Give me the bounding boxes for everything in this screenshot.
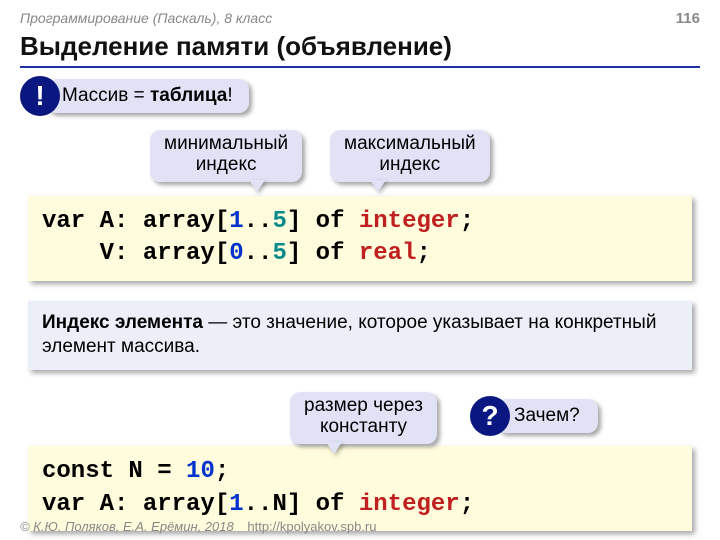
footer: © К.Ю. Поляков, Е.А. Ерёмин, 2018 http:/… [20,519,376,534]
chevron-down-icon [370,180,386,192]
const-row: размер через константу ? Зачем? [20,392,700,442]
question-icon: ? [470,396,510,436]
code-text: V: array[ [42,240,229,267]
code-type: integer [359,208,460,235]
code-type: integer [359,491,460,518]
min-index-label: минимальный индекс [150,130,302,182]
code-text: var A: array[ [42,208,229,235]
chevron-down-icon [249,180,265,192]
code-literal: 5 [272,208,286,235]
code-text: ; [215,458,229,485]
copyright: © К.Ю. Поляков, Е.А. Ерёмин, 2018 [20,519,234,534]
code-text: const N [42,458,143,485]
chevron-down-icon [326,442,342,454]
code-block-1: var A: array[1..5] of integer; V: array[… [28,196,692,281]
code-text: ] of [287,208,359,235]
pill-text-plain: Массив = [62,85,150,106]
code-literal: 10 [186,458,215,485]
pill-text-bold: таблица [150,85,227,106]
code-text: var A: array[ [42,491,229,518]
slide: Программирование (Паскаль), 8 класс 116 … [0,0,720,540]
min-index-l2: индекс [164,155,288,176]
code-text: ] of [287,240,359,267]
size-via-const-l2: константу [304,417,423,438]
slide-title: Выделение памяти (объявление) [20,31,700,68]
page-number: 116 [676,10,700,27]
code-type: real [359,240,417,267]
content-area: ! Массив = таблица! минимальный индекс м… [20,76,700,531]
why-pill: Зачем? [496,399,598,433]
max-index-l1: максимальный [344,134,476,155]
exclamation-icon: ! [20,76,60,116]
index-labels-row: минимальный индекс максимальный индекс [20,130,700,196]
pill-text-end: ! [227,85,232,106]
code-text: ; [460,208,474,235]
code-text: .. [244,240,273,267]
course-name: Программирование (Паскаль), 8 класс [20,10,272,26]
code-literal: 0 [229,240,243,267]
array-equals-table: ! Массив = таблица! [20,76,700,116]
code-text: ; [460,491,474,518]
max-index-l2: индекс [344,155,476,176]
size-via-const-label: размер через константу [290,392,437,444]
code-text: .. [244,208,273,235]
code-literal: 5 [272,240,286,267]
size-via-const-l1: размер через [304,396,423,417]
top-header: Программирование (Паскаль), 8 класс 116 [20,10,700,27]
code-literal: 1 [229,491,243,518]
max-index-label: максимальный индекс [330,130,490,182]
code-text: = [143,458,186,485]
footer-url: http://kpolyakov.spb.ru [247,519,376,534]
code-text: ; [416,240,430,267]
why-group: ? Зачем? [470,396,598,436]
code-text: ..N] of [244,491,359,518]
code-literal: 1 [229,208,243,235]
array-table-pill: Массив = таблица! [46,79,249,113]
definition-term: Индекс элемента [42,312,203,333]
min-index-l1: минимальный [164,134,288,155]
definition-box: Индекс элемента — это значение, которое … [28,301,692,370]
